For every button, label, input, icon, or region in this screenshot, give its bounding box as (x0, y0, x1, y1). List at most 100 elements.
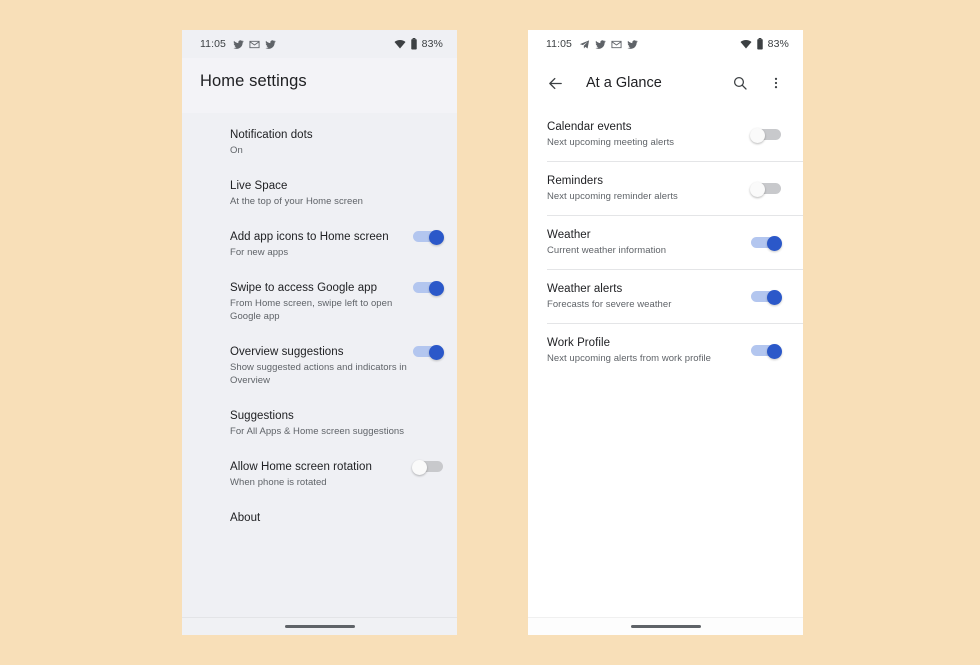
row-title: Swipe to access Google app (230, 282, 378, 294)
row-subtitle: Next upcoming alerts from work profile (547, 353, 711, 364)
page-title: Home settings (200, 72, 307, 90)
row-title: Live Space (230, 180, 288, 192)
settings-row-overview-suggestions[interactable]: Overview suggestions Show suggested actio… (182, 334, 457, 398)
gesture-pill[interactable] (630, 625, 701, 628)
row-title: Allow Home screen rotation (230, 461, 372, 473)
status-bar-right: 11:05 83% (528, 30, 803, 58)
row-text: Weather alerts Forecasts for severe weath… (547, 282, 751, 311)
page-title: At a Glance (586, 75, 662, 91)
row-switch-container (751, 290, 803, 305)
row-title: Overview suggestions (230, 346, 344, 358)
app-bar-right: At a Glance (528, 58, 803, 108)
toggle-thumb (750, 128, 765, 143)
row-title: Calendar events (547, 121, 632, 133)
telegram-icon (579, 39, 590, 49)
settings-list-left[interactable]: Notification dots On Live Space At the top … (182, 113, 457, 617)
battery-percentage: 83% (421, 38, 443, 50)
phone-screen-home-settings: 11:05 83% Home settings Notification dot… (182, 30, 457, 635)
toggle-thumb (429, 345, 444, 360)
wifi-icon (740, 39, 752, 49)
settings-row-reminders[interactable]: Reminders Next upcoming reminder alerts (528, 162, 803, 215)
gmail-icon (611, 40, 622, 48)
row-subtitle: For new apps (230, 247, 289, 258)
row-title: Add app icons to Home screen (230, 231, 389, 243)
toggle-thumb (750, 182, 765, 197)
wifi-icon (394, 39, 406, 49)
toggle-switch-off[interactable] (750, 128, 781, 143)
settings-row-about[interactable]: About (182, 500, 457, 536)
status-bar-notification-icons (233, 39, 276, 50)
gesture-pill[interactable] (284, 625, 355, 628)
row-text: Overview suggestions Show suggested actio… (230, 345, 413, 387)
settings-row-weather-alerts[interactable]: Weather alerts Forecasts for severe weath… (528, 270, 803, 323)
status-bar-notification-icons (579, 39, 638, 50)
app-bar-left: Home settings (182, 58, 457, 113)
row-switch-container (750, 182, 803, 197)
row-subtitle: When phone is rotated (230, 477, 327, 488)
row-title: Reminders (547, 175, 604, 187)
toggle-thumb (767, 344, 782, 359)
back-arrow-icon[interactable] (542, 70, 568, 96)
settings-row-notification-dots[interactable]: Notification dots On (182, 117, 457, 168)
gmail-icon (249, 40, 260, 48)
row-title: Weather alerts (547, 283, 623, 295)
settings-row-allow-home-screen-rotation[interactable]: Allow Home screen rotation When phone is … (182, 449, 457, 500)
row-switch-container (751, 236, 803, 251)
settings-row-weather[interactable]: Weather Current weather information (528, 216, 803, 269)
twitter-icon (233, 39, 244, 49)
row-subtitle: From Home screen, swipe left to open Goo… (230, 298, 393, 322)
navigation-bar-right (528, 617, 803, 635)
toggle-switch-on[interactable] (413, 345, 444, 360)
row-text: Add app icons to Home screen For new apps (230, 230, 413, 259)
row-text: Weather Current weather information (547, 228, 751, 257)
row-text: Notification dots On (230, 128, 443, 157)
toggle-thumb (767, 236, 782, 251)
row-subtitle: Forecasts for severe weather (547, 299, 672, 310)
row-subtitle: Next upcoming reminder alerts (547, 191, 678, 202)
row-title: Suggestions (230, 410, 294, 422)
toggle-switch-on[interactable] (751, 344, 782, 359)
row-title: Weather (547, 229, 591, 241)
settings-row-suggestions[interactable]: Suggestions For All Apps & Home screen su… (182, 398, 457, 449)
toggle-thumb (412, 460, 427, 475)
row-title: Notification dots (230, 129, 313, 141)
row-text: Swipe to access Google app From Home scre… (230, 281, 413, 323)
toggle-switch-on[interactable] (413, 230, 444, 245)
toggle-switch-on[interactable] (751, 290, 782, 305)
row-text: Reminders Next upcoming reminder alerts (547, 174, 751, 203)
twitter-icon (595, 39, 606, 49)
row-text: Work Profile Next upcoming alerts from wo… (547, 336, 751, 365)
row-subtitle: Show suggested actions and indicators in… (230, 362, 407, 386)
row-subtitle: Current weather information (547, 245, 667, 256)
row-switch-container (751, 344, 803, 359)
status-bar-system-icons: 83% (394, 38, 443, 50)
row-subtitle: On (230, 145, 243, 156)
settings-list-right[interactable]: Calendar events Next upcoming meeting ale… (528, 108, 803, 617)
toggle-switch-off[interactable] (412, 460, 443, 475)
toggle-thumb (767, 290, 782, 305)
row-switch-container (750, 128, 803, 143)
settings-row-calendar-events[interactable]: Calendar events Next upcoming meeting ale… (528, 108, 803, 161)
more-vert-icon[interactable] (763, 70, 789, 96)
toggle-switch-on[interactable] (413, 281, 444, 296)
status-bar-left: 11:05 83% (182, 30, 457, 58)
toggle-switch-off[interactable] (750, 182, 781, 197)
settings-row-swipe-to-access-google-app[interactable]: Swipe to access Google app From Home scre… (182, 270, 457, 334)
search-icon[interactable] (727, 70, 753, 96)
settings-row-work-profile[interactable]: Work Profile Next upcoming alerts from wo… (528, 324, 803, 377)
toggle-switch-on[interactable] (751, 236, 782, 251)
navigation-bar-left (182, 617, 457, 635)
battery-icon (756, 38, 763, 50)
status-bar-clock: 11:05 (200, 38, 226, 50)
battery-percentage: 83% (767, 38, 789, 50)
battery-icon (410, 38, 417, 50)
toggle-thumb (429, 230, 444, 245)
row-text: Suggestions For All Apps & Home screen su… (230, 409, 443, 438)
row-title: About (230, 512, 261, 524)
settings-row-add-app-icons-to-home-screen[interactable]: Add app icons to Home screen For new apps (182, 219, 457, 270)
row-text: Calendar events Next upcoming meeting ale… (547, 120, 751, 149)
row-text: About (230, 511, 443, 525)
row-text: Live Space At the top of your Home screen (230, 179, 443, 208)
settings-row-live-space[interactable]: Live Space At the top of your Home screen (182, 168, 457, 219)
row-text: Allow Home screen rotation When phone is … (230, 460, 413, 489)
